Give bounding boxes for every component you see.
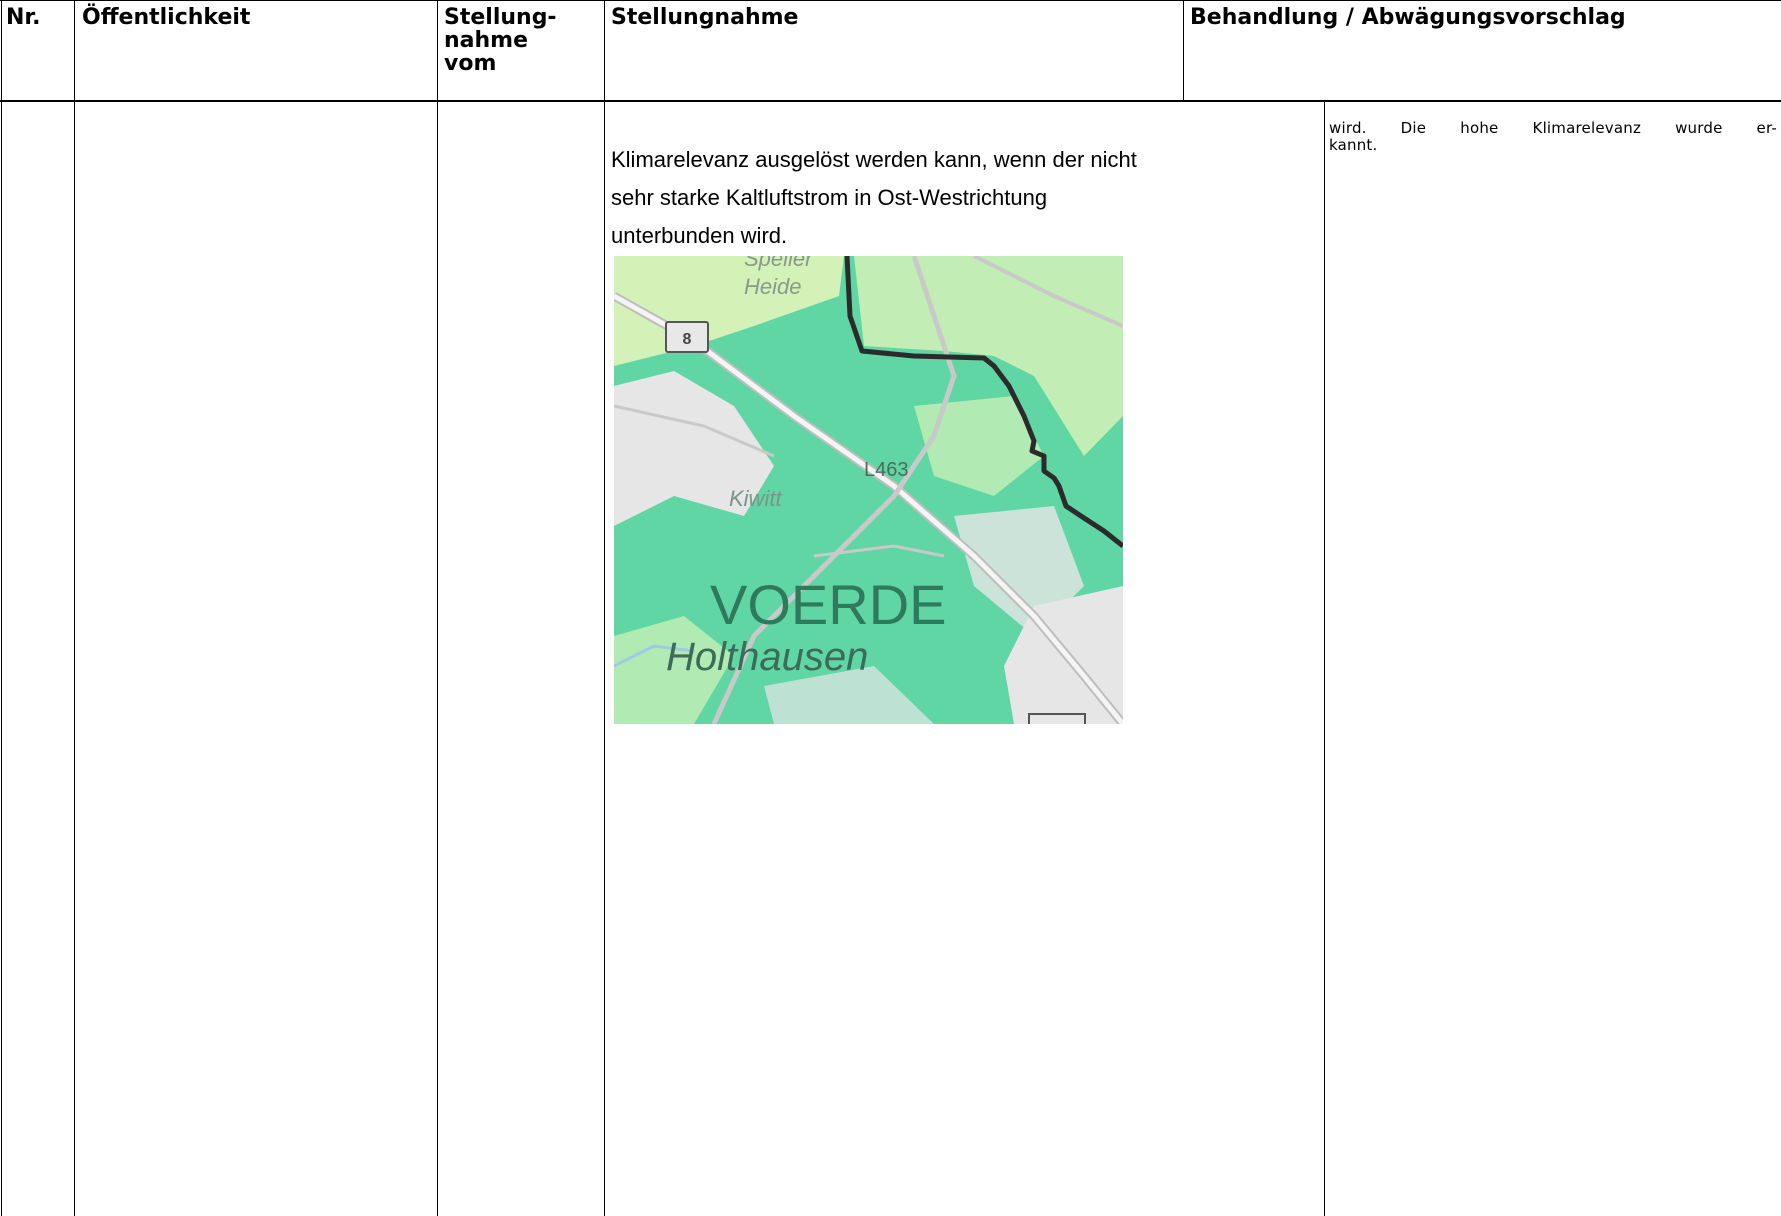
map-label-district: Holthausen <box>666 635 868 679</box>
behandlung-line: kannt. <box>1329 136 1378 154</box>
col-border-oeffentlichkeit <box>437 0 438 1216</box>
behandlung-text: wird. Die hohe Klimarelevanz wurde er- k… <box>1329 120 1777 154</box>
table-top-border <box>0 0 1781 1</box>
header-stellungnahme-vom: Stellung- nahme vom <box>444 6 557 75</box>
stellungnahme-text: Klimarelevanz ausgelöst werden kann, wen… <box>611 141 1231 255</box>
comment-table: Nr. Öffentlichkeit Stellung- nahme vom S… <box>0 0 1781 1216</box>
col-border-stellungnahme-header <box>1183 0 1184 100</box>
map-graphic: 8 Speller Heide L463 Kiwitt VOERDE Holth… <box>614 256 1123 724</box>
stellungnahme-line: sehr starke Kaltluftstrom in Ost-Westric… <box>611 185 1048 210</box>
header-oeffentlichkeit: Öffentlichkeit <box>82 5 251 30</box>
behandlung-line: wird. Die hohe Klimarelevanz wurde er- <box>1329 119 1777 137</box>
col-border-datum <box>604 0 605 1216</box>
col-border-stellungnahme-body <box>1324 100 1325 1216</box>
col-border-nr <box>74 0 75 1216</box>
col-border-left <box>1 0 2 1216</box>
header-stellungnahme: Stellungnahme <box>611 5 799 30</box>
header-stellungnahme-vom-line1: Stellung- <box>444 5 557 30</box>
header-behandlung: Behandlung / Abwägungsvorschlag <box>1190 5 1626 30</box>
header-stellungnahme-vom-line3: vom <box>444 51 497 76</box>
map-label-city: VOERDE <box>710 573 947 636</box>
header-bottom-border <box>0 100 1781 102</box>
map-excerpt: 8 Speller Heide L463 Kiwitt VOERDE Holth… <box>614 256 1123 724</box>
map-label-road-b: 8 <box>683 331 692 348</box>
map-label-heide: Heide <box>744 274 801 299</box>
map-label-heide-top: Speller <box>744 256 814 271</box>
stellungnahme-line: Klimarelevanz ausgelöst werden kann, wen… <box>611 147 1137 172</box>
map-label-kiwitt: Kiwitt <box>729 486 782 511</box>
header-stellungnahme-vom-line2: nahme <box>444 28 529 53</box>
map-label-road-l: L463 <box>864 459 909 481</box>
stellungnahme-line: unterbunden wird. <box>611 223 788 248</box>
header-nr: Nr. <box>6 5 41 30</box>
